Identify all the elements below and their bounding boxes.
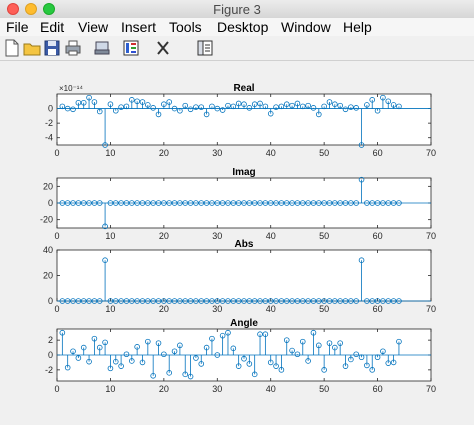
abs-xtick-label: 60 [373,304,383,314]
angle-xtick-label: 70 [426,384,436,394]
angle-xtick-label: 40 [266,384,276,394]
abs-xtick-label: 30 [212,304,222,314]
menu-window[interactable]: Window [281,19,331,35]
imag-xtick-label: 10 [105,231,115,241]
real-ytick-label: -2 [45,118,53,128]
menu-desktop[interactable]: Desktop [217,19,268,35]
print-icon[interactable] [63,38,83,58]
imag-xtick-label: 60 [373,231,383,241]
real-exponent-label: ×10⁻¹⁴ [59,84,83,93]
angle-xtick-label: 20 [159,384,169,394]
angle-xtick-label: 60 [373,384,383,394]
imag-xtick-label: 20 [159,231,169,241]
real-ytick-label: 0 [48,104,53,114]
imag-title: Imag [232,167,255,178]
menu-view[interactable]: View [78,19,108,35]
abs-xtick-label: 40 [266,304,276,314]
abs-xtick-label: 0 [54,304,59,314]
real-ytick-label: -4 [45,133,53,143]
window-title: Figure 3 [213,2,261,17]
window-titlebar: Figure 3 [0,0,474,19]
imag-xtick-label: 50 [319,231,329,241]
angle-ytick-label: -2 [45,365,53,375]
insert-colorbar-icon[interactable] [121,38,141,58]
menu-bar: File Edit View Insert Tools Desktop Wind… [0,18,474,36]
subplots: Real×10⁻¹⁴0 10 20 30 40 50 60 70-4-20Imag0 10 20 3… [40,83,436,394]
menu-edit[interactable]: Edit [40,19,64,35]
abs-title: Abs [235,239,254,250]
angle-xtick-label: 50 [319,384,329,394]
open-file-icon[interactable] [22,38,42,58]
real-xtick-label: 50 [319,148,329,158]
abs-ytick-label: 0 [48,296,53,306]
imag-xtick-label: 70 [426,231,436,241]
abs-xtick-label: 50 [319,304,329,314]
save-icon[interactable] [42,38,62,58]
real-xtick-label: 30 [212,148,222,158]
imag-xtick-label: 30 [212,231,222,241]
menu-insert[interactable]: Insert [121,19,156,35]
abs-axes-box [56,249,432,302]
angle-title: Angle [230,318,258,329]
figure-canvas: Real ×10⁻¹⁴ 0 10 20 30 40 50 60 70 -4 -2 0 Imag 0 10 20 3… [0,61,474,420]
real-xtick-label: 20 [159,148,169,158]
imag-xtick-label: 0 [54,231,59,241]
angle-ytick-label: 2 [48,335,53,345]
imag-xtick-label: 40 [266,231,276,241]
abs-ytick-label: 20 [43,271,53,281]
print-preview-icon[interactable] [92,38,112,58]
real-title: Real [233,83,254,94]
new-figure-icon[interactable] [2,38,22,58]
real-xtick-label: 10 [105,148,115,158]
menu-tools[interactable]: Tools [169,19,202,35]
angle-xtick-label: 0 [54,384,59,394]
menu-file[interactable]: File [6,19,29,35]
abs-xtick-label: 70 [426,304,436,314]
imag-ytick-label: 20 [43,181,53,191]
real-xtick-label: 70 [426,148,436,158]
angle-ytick-label: 0 [48,350,53,360]
real-xtick-label: 60 [373,148,383,158]
abs-xtick-label: 20 [159,304,169,314]
abs-xtick-label: 10 [105,304,115,314]
real-xtick-label: 40 [266,148,276,158]
imag-ytick-label: 0 [48,198,53,208]
real-xtick-label: 0 [54,148,59,158]
menu-help[interactable]: Help [343,19,372,35]
toolbar [0,36,474,61]
insert-legend-icon[interactable] [153,38,173,58]
abs-ytick-label: 40 [43,245,53,255]
angle-xtick-label: 30 [212,384,222,394]
dock-icon[interactable] [195,38,215,58]
imag-ytick-label: -20 [40,215,53,225]
angle-xtick-label: 10 [105,384,115,394]
